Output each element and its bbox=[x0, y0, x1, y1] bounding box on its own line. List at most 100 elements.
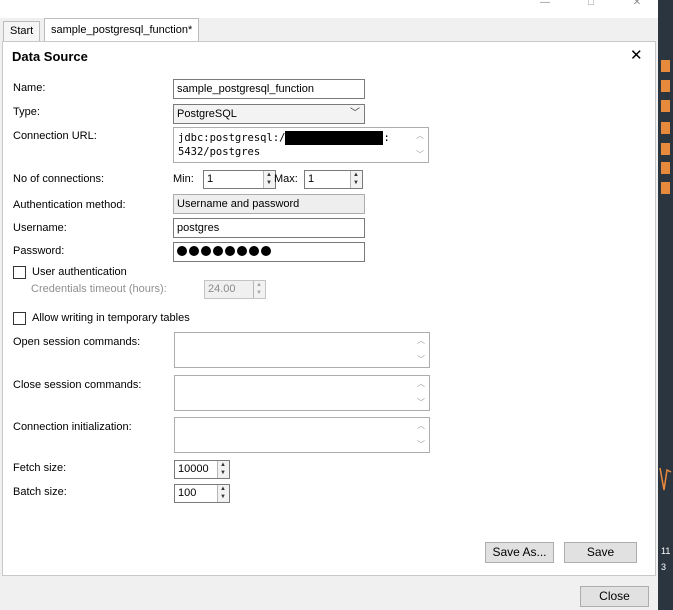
connection-url-label: Connection URL: bbox=[13, 130, 97, 142]
open-session-label: Open session commands: bbox=[13, 336, 141, 348]
password-dot bbox=[177, 246, 187, 256]
batch-size-stepper[interactable]: 100 ▲ ▼ bbox=[174, 484, 230, 503]
password-dot bbox=[189, 246, 199, 256]
redacted-host bbox=[285, 131, 384, 145]
password-label: Password: bbox=[13, 245, 65, 257]
name-label: Name: bbox=[13, 82, 46, 94]
background-bar bbox=[661, 122, 670, 134]
username-label: Username: bbox=[13, 222, 67, 234]
min-connections-value: 1 bbox=[207, 173, 214, 185]
background-bar bbox=[661, 162, 670, 174]
connection-url-prefix: jdbc:postgresql:/ bbox=[178, 132, 286, 144]
background-chart-line bbox=[659, 467, 672, 491]
password-dot bbox=[249, 246, 259, 256]
connection-url-suffix: : bbox=[383, 132, 390, 144]
minimize-icon[interactable]: — bbox=[534, 0, 556, 8]
stepper-down-icon[interactable]: ▼ bbox=[256, 290, 262, 297]
max-label: Max: bbox=[274, 173, 298, 185]
min-connections-stepper[interactable]: 1 ▲ ▼ bbox=[203, 170, 276, 189]
user-auth-label: User authentication bbox=[32, 266, 127, 278]
connection-url-text: jdbc:postgresql:/: 5432/postgres bbox=[178, 131, 390, 159]
close-icon[interactable]: ✕ bbox=[630, 47, 643, 65]
max-connections-value: 1 bbox=[308, 173, 315, 185]
connection-url-input[interactable]: jdbc:postgresql:/: 5432/postgres ︿ ﹀ bbox=[173, 127, 429, 163]
connection-init-label: Connection initialization: bbox=[13, 421, 132, 433]
password-mask bbox=[177, 246, 271, 256]
password-dot bbox=[261, 246, 271, 256]
stepper-up-icon[interactable]: ▲ bbox=[266, 172, 272, 179]
url-scrollbar[interactable]: ︿ ﹀ bbox=[413, 128, 428, 162]
close-session-input[interactable]: ︿ ﹀ bbox=[174, 375, 430, 411]
password-dot bbox=[237, 246, 247, 256]
close-session-scrollbar[interactable]: ︿ ﹀ bbox=[414, 376, 429, 410]
chevron-down-icon: ﹀ bbox=[350, 108, 360, 119]
credentials-timeout-label: Credentials timeout (hours): bbox=[31, 283, 167, 295]
background-bar bbox=[661, 80, 670, 92]
window-close-icon[interactable]: ✕ bbox=[626, 0, 648, 8]
stepper-down-icon[interactable]: ▼ bbox=[220, 494, 226, 501]
connection-url-line2: 5432/postgres bbox=[178, 146, 261, 158]
background-bar bbox=[661, 100, 670, 112]
data-source-panel: Data Source ✕ Name: sample_postgresql_fu… bbox=[2, 41, 656, 576]
password-dot bbox=[201, 246, 211, 256]
panel-title: Data Source bbox=[12, 49, 88, 64]
background-text: 11 bbox=[661, 546, 671, 556]
open-session-scrollbar[interactable]: ︿ ﹀ bbox=[414, 333, 429, 367]
background-text: 3 bbox=[661, 562, 667, 572]
batch-size-value: 100 bbox=[178, 487, 197, 499]
stepper-down-icon[interactable]: ▼ bbox=[220, 470, 226, 477]
allow-temp-label: Allow writing in temporary tables bbox=[32, 312, 190, 324]
password-dot bbox=[225, 246, 235, 256]
scroll-down-icon[interactable]: ﹀ bbox=[416, 149, 424, 160]
save-button[interactable]: Save bbox=[564, 542, 637, 563]
connection-init-input[interactable]: ︿ ﹀ bbox=[174, 417, 430, 453]
auth-method-label: Authentication method: bbox=[13, 199, 126, 211]
close-session-label: Close session commands: bbox=[13, 379, 142, 391]
scroll-up-icon[interactable]: ︿ bbox=[416, 130, 424, 141]
fetch-size-value: 10000 bbox=[178, 463, 209, 475]
close-button[interactable]: Close bbox=[580, 586, 649, 607]
password-dot bbox=[213, 246, 223, 256]
scroll-down-icon[interactable]: ﹀ bbox=[417, 439, 425, 450]
type-label: Type: bbox=[13, 106, 40, 118]
username-input[interactable]: postgres bbox=[173, 218, 365, 238]
allow-temp-checkbox[interactable] bbox=[13, 312, 26, 325]
name-input[interactable]: sample_postgresql_function bbox=[173, 79, 365, 99]
max-connections-stepper[interactable]: 1 ▲ ▼ bbox=[304, 170, 363, 189]
stepper-down-icon[interactable]: ▼ bbox=[353, 180, 359, 187]
fetch-size-stepper[interactable]: 10000 ▲ ▼ bbox=[174, 460, 230, 479]
scroll-up-icon[interactable]: ︿ bbox=[417, 378, 425, 389]
tab-bar: Start sample_postgresql_function* bbox=[0, 18, 658, 41]
scroll-down-icon[interactable]: ﹀ bbox=[417, 397, 425, 408]
scroll-up-icon[interactable]: ︿ bbox=[417, 335, 425, 346]
stepper-up-icon[interactable]: ▲ bbox=[353, 172, 359, 179]
connection-init-scrollbar[interactable]: ︿ ﹀ bbox=[414, 418, 429, 452]
window-titlebar: — □ ✕ bbox=[0, 0, 658, 18]
save-as-button[interactable]: Save As... bbox=[485, 542, 554, 563]
credentials-timeout-value: 24.00 bbox=[208, 283, 236, 295]
background-bar bbox=[661, 182, 670, 194]
stepper-down-icon[interactable]: ▼ bbox=[266, 180, 272, 187]
stepper-up-icon[interactable]: ▲ bbox=[220, 486, 226, 493]
password-input[interactable] bbox=[173, 242, 365, 262]
type-select-value: PostgreSQL bbox=[177, 108, 237, 120]
auth-method-field[interactable]: Username and password bbox=[173, 194, 365, 214]
background-bar bbox=[661, 60, 670, 72]
connections-label: No of connections: bbox=[13, 173, 105, 185]
stepper-up-icon[interactable]: ▲ bbox=[220, 462, 226, 469]
batch-size-label: Batch size: bbox=[13, 486, 67, 498]
allow-temp-checkbox-row[interactable]: Allow writing in temporary tables bbox=[13, 312, 233, 326]
user-auth-checkbox-row[interactable]: User authentication bbox=[13, 266, 173, 280]
stepper-up-icon[interactable]: ▲ bbox=[256, 282, 262, 289]
scroll-down-icon[interactable]: ﹀ bbox=[417, 354, 425, 365]
credentials-timeout-stepper[interactable]: 24.00 ▲ ▼ bbox=[204, 280, 266, 299]
tab-start[interactable]: Start bbox=[3, 21, 41, 41]
scroll-up-icon[interactable]: ︿ bbox=[417, 420, 425, 431]
type-select[interactable]: PostgreSQL ﹀ bbox=[173, 104, 365, 124]
open-session-input[interactable]: ︿ ﹀ bbox=[174, 332, 430, 368]
tab-sample-postgresql-function[interactable]: sample_postgresql_function* bbox=[44, 18, 200, 41]
background-bar bbox=[661, 143, 670, 155]
user-auth-checkbox[interactable] bbox=[13, 266, 26, 279]
min-label: Min: bbox=[173, 173, 194, 185]
maximize-icon[interactable]: □ bbox=[580, 0, 602, 8]
